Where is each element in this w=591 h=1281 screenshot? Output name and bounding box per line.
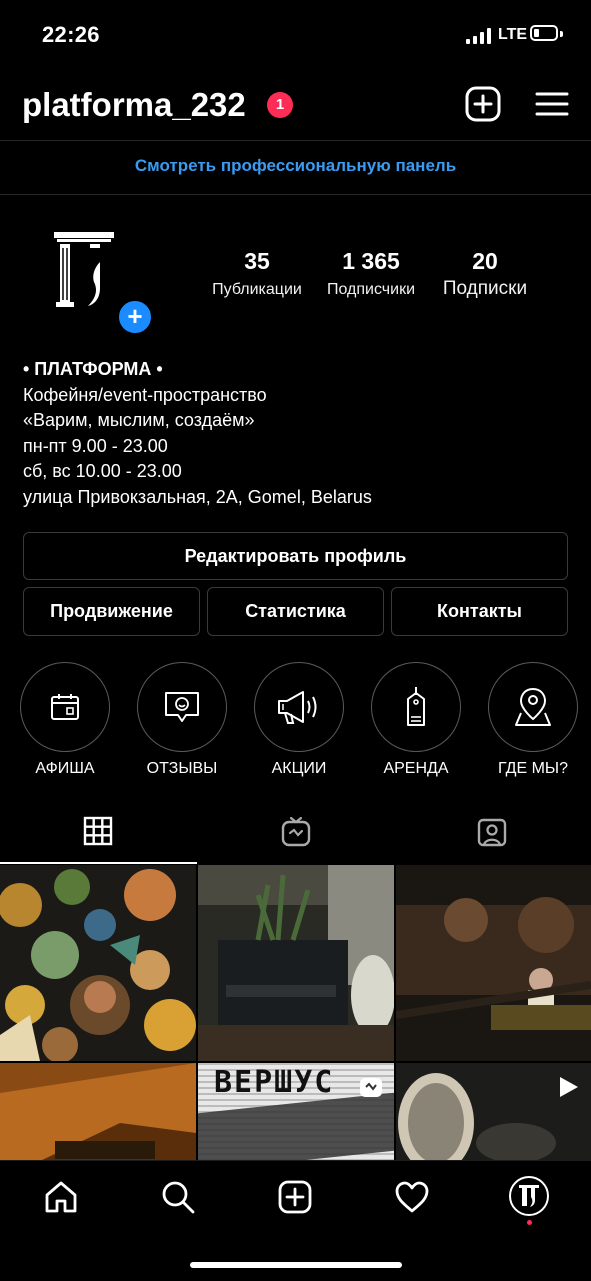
- profile-bio: • ПЛАТФОРМА • Кофейня/event-пространство…: [23, 357, 372, 510]
- signal-icon: [466, 28, 491, 44]
- post-tile[interactable]: [396, 865, 591, 1061]
- battery-icon: [530, 25, 558, 41]
- post-tile[interactable]: [198, 865, 394, 1061]
- highlight-reviews[interactable]: ОТЗЫВЫ: [136, 662, 228, 778]
- post-image-souvenirs: [0, 865, 196, 1061]
- search-icon[interactable]: [160, 1179, 196, 1215]
- add-story-button[interactable]: +: [116, 298, 154, 336]
- post-tile[interactable]: [396, 1063, 591, 1161]
- home-icon[interactable]: [43, 1179, 79, 1215]
- highlight-label: АРЕНДА: [383, 760, 449, 777]
- highlight-label: АКЦИИ: [271, 760, 327, 777]
- activity-heart-icon[interactable]: [394, 1180, 430, 1214]
- calendar-icon: [51, 694, 79, 720]
- bio-category: Кофейня/event-пространство: [23, 384, 267, 405]
- post-image-piano: [198, 865, 394, 1061]
- profile-notification-dot: [527, 1220, 532, 1225]
- new-post-icon[interactable]: [465, 86, 501, 122]
- followers-count: 1 365: [342, 248, 400, 274]
- create-post-icon[interactable]: [277, 1179, 313, 1215]
- highlight-promos[interactable]: АКЦИИ: [253, 662, 345, 778]
- highlight-rent[interactable]: АРЕНДА: [370, 662, 462, 778]
- status-time: 22:26: [42, 22, 100, 47]
- bio-hours-weekend: сб, вс 10.00 - 23.00: [23, 461, 182, 481]
- active-tab-indicator: [0, 862, 197, 864]
- contacts-button[interactable]: Контакты: [391, 587, 568, 636]
- post-tile[interactable]: ВЕРШУС: [198, 1063, 394, 1161]
- video-play-icon: [560, 1077, 578, 1097]
- highlight-label: ОТЗЫВЫ: [146, 760, 218, 777]
- post-tile[interactable]: [0, 865, 196, 1061]
- poster-text: ВЕРШУС: [214, 1065, 335, 1100]
- posts-label: Публикации: [212, 281, 302, 298]
- statistics-button[interactable]: Статистика: [207, 587, 384, 636]
- post-image-interior: [396, 865, 591, 1061]
- bio-address[interactable]: улица Привокзальная, 2А, Gomel, Belarus: [23, 485, 372, 511]
- notification-badge[interactable]: 1: [267, 92, 293, 118]
- followers-stat[interactable]: 1 365 Подписчики: [314, 248, 428, 299]
- following-label: Подписки: [442, 278, 528, 299]
- following-stat[interactable]: 20 Подписки: [428, 248, 542, 300]
- grid-icon[interactable]: [83, 816, 113, 846]
- professional-dashboard-link[interactable]: Смотреть профессиональную панель: [0, 156, 591, 176]
- highlight-label: АФИША: [35, 760, 95, 777]
- profile-tab-avatar[interactable]: [509, 1176, 549, 1216]
- profile-username[interactable]: platforma_232: [22, 86, 246, 124]
- promotion-button[interactable]: Продвижение: [23, 587, 200, 636]
- review-chat-icon: [165, 692, 199, 722]
- tagged-icon[interactable]: [476, 816, 508, 848]
- home-indicator: [190, 1262, 402, 1268]
- price-tag-icon: [407, 687, 425, 726]
- bio-hours-weekdays: пн-пт 9.00 - 23.00: [23, 435, 168, 456]
- map-pin-icon: [515, 687, 551, 726]
- bio-name: • ПЛАТФОРМА •: [23, 359, 163, 379]
- bio-slogan: «Варим, мыслим, создаём»: [23, 410, 255, 430]
- highlight-label: ГДЕ МЫ?: [498, 760, 568, 777]
- highlight-where[interactable]: ГДЕ МЫ?: [487, 662, 579, 778]
- igtv-icon[interactable]: [280, 816, 312, 848]
- highlight-afisha[interactable]: АФИША: [19, 662, 111, 778]
- menu-icon[interactable]: [534, 86, 570, 122]
- followers-label: Подписчики: [326, 281, 415, 298]
- megaphone-icon: [278, 691, 317, 724]
- posts-stat[interactable]: 35 Публикации: [200, 248, 314, 299]
- header-divider: [0, 140, 591, 141]
- battery-tip: [560, 31, 563, 37]
- posts-count: 35: [244, 248, 270, 274]
- post-tile[interactable]: [0, 1063, 196, 1161]
- network-type: LTE: [498, 26, 528, 43]
- post-image-wood: [0, 1063, 196, 1161]
- panel-divider: [0, 194, 591, 195]
- igtv-badge-icon: [360, 1078, 382, 1097]
- edit-profile-button[interactable]: Редактировать профиль: [23, 532, 568, 580]
- profile-avatar-icon: [519, 1185, 539, 1207]
- following-count: 20: [472, 248, 498, 274]
